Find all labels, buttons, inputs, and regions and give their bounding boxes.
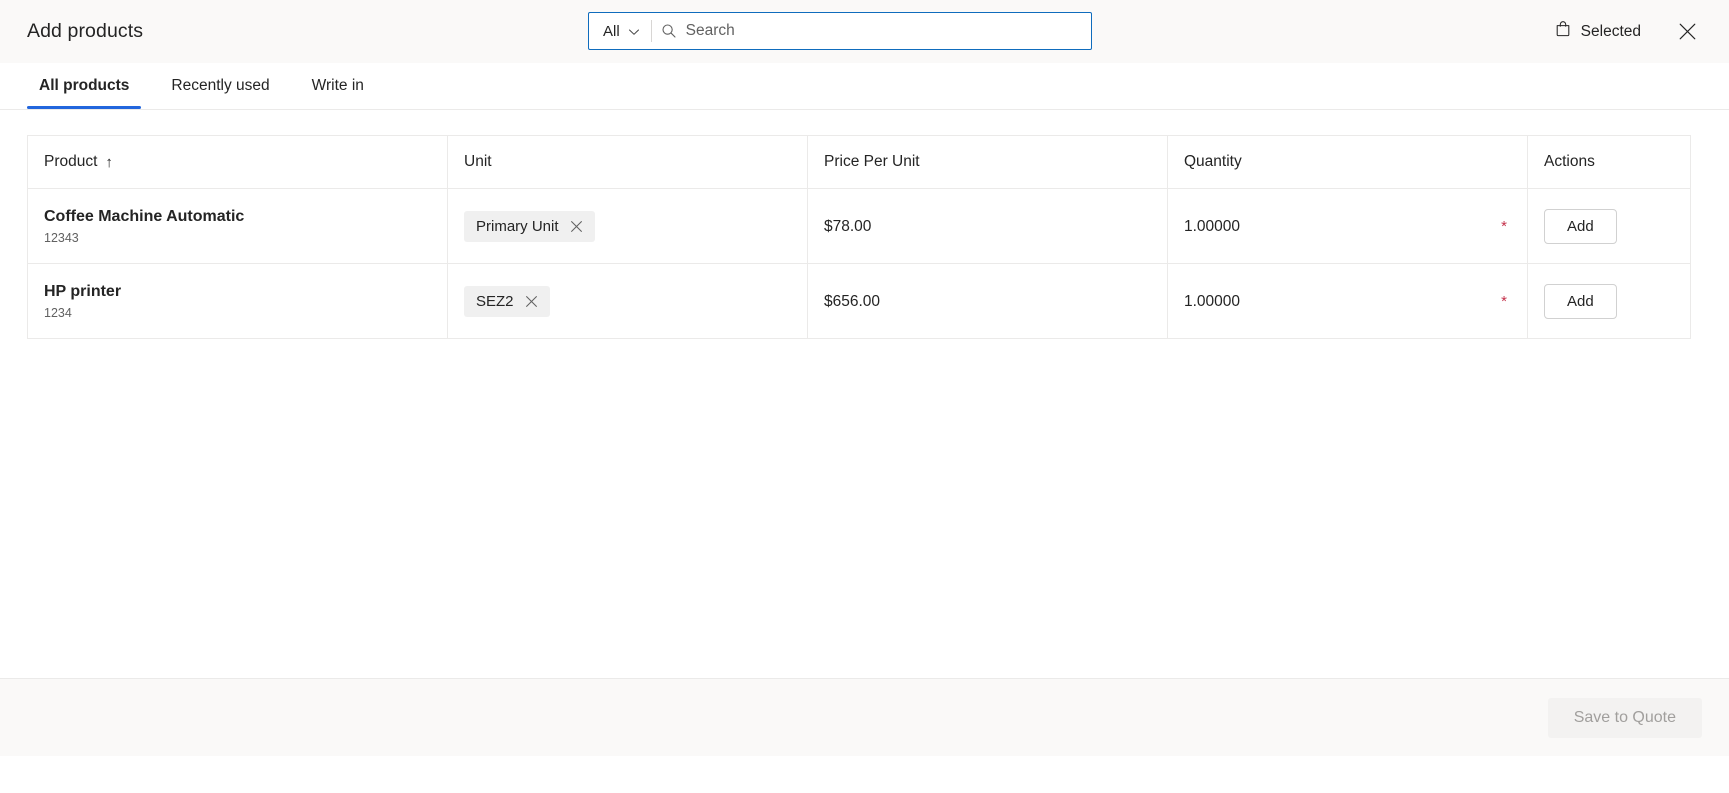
close-icon[interactable] [1671,16,1703,48]
tab-label: Write in [311,77,364,94]
tab-list: All products Recently used Write in [0,63,1729,110]
column-label: Price Per Unit [824,153,920,170]
add-button[interactable]: Add [1544,208,1617,245]
column-header-unit[interactable]: Unit [448,136,808,188]
required-asterisk: * [1501,218,1507,235]
dialog-header: Add products All Search Selected [0,0,1729,63]
unit-chip-label: SEZ2 [476,293,514,310]
search-input[interactable] [685,13,1091,49]
search-scope-dropdown[interactable]: All [589,13,651,49]
cell-price-per-unit: $656.00 [808,264,1168,339]
add-button[interactable]: Add [1544,283,1617,320]
column-label: Product [44,153,98,170]
cell-actions: Add [1528,264,1690,339]
product-id: 12343 [44,230,79,245]
tab-label: All products [39,77,130,94]
tab-all-products[interactable]: All products [27,63,142,109]
close-icon[interactable] [569,219,585,235]
price-value: $78.00 [824,217,872,235]
cell-product: HP printer 1234 [28,264,448,339]
column-header-actions: Actions [1528,136,1690,188]
table-header-row: Product ↑ Unit Price Per Unit Quantity A… [28,136,1690,189]
tab-write-in[interactable]: Write in [300,63,376,109]
shopping-bag-icon [1554,20,1572,43]
price-value: $656.00 [824,292,881,310]
search-icon [652,13,686,49]
unit-chip-label: Primary Unit [476,218,559,235]
column-label: Quantity [1184,153,1242,170]
product-name: Coffee Machine Automatic [44,208,245,226]
selected-button[interactable]: Selected [1552,16,1643,47]
search-bar[interactable]: All [588,12,1092,50]
column-header-product[interactable]: Product ↑ [28,136,448,188]
column-label: Actions [1544,153,1595,170]
quantity-input[interactable]: 1.00000 [1184,218,1240,236]
column-header-quantity[interactable]: Quantity [1168,136,1528,188]
column-header-price-per-unit[interactable]: Price Per Unit [808,136,1168,188]
cell-product: Coffee Machine Automatic 12343 [28,189,448,264]
table-row[interactable]: HP printer 1234 SEZ2 $656.00 1.00000 * A… [28,264,1690,339]
cell-unit[interactable]: SEZ2 [448,264,808,339]
unit-chip[interactable]: Primary Unit [464,211,595,242]
cell-quantity[interactable]: 1.00000 * [1168,264,1528,339]
required-asterisk: * [1501,293,1507,310]
product-id: 1234 [44,305,72,320]
tab-label: Recently used [171,77,270,94]
unit-chip[interactable]: SEZ2 [464,286,550,317]
footer-strip [0,756,1729,793]
sort-ascending-icon: ↑ [105,153,113,171]
table-row[interactable]: Coffee Machine Automatic 12343 Primary U… [28,189,1690,264]
close-icon[interactable] [524,294,540,310]
save-to-quote-button[interactable]: Save to Quote [1547,697,1702,738]
table-body: Coffee Machine Automatic 12343 Primary U… [28,189,1690,339]
products-panel: Product ↑ Unit Price Per Unit Quantity A… [0,110,1729,678]
products-table: Product ↑ Unit Price Per Unit Quantity A… [27,135,1691,339]
header-actions: Selected [1552,16,1707,48]
selected-label: Selected [1580,22,1641,40]
chevron-down-icon [628,26,640,38]
dialog-footer: Save to Quote [0,678,1729,756]
add-products-dialog: Add products All Search Selected All pro… [0,0,1729,793]
column-label: Unit [464,153,492,170]
product-name: HP printer [44,283,122,301]
tab-recently-used[interactable]: Recently used [159,63,281,109]
cell-actions: Add [1528,189,1690,264]
cell-quantity[interactable]: 1.00000 * [1168,189,1528,264]
cell-unit[interactable]: Primary Unit [448,189,808,264]
cell-price-per-unit: $78.00 [808,189,1168,264]
quantity-input[interactable]: 1.00000 [1184,293,1240,311]
search-scope-label: All [603,22,620,40]
page-title: Add products [27,20,144,42]
